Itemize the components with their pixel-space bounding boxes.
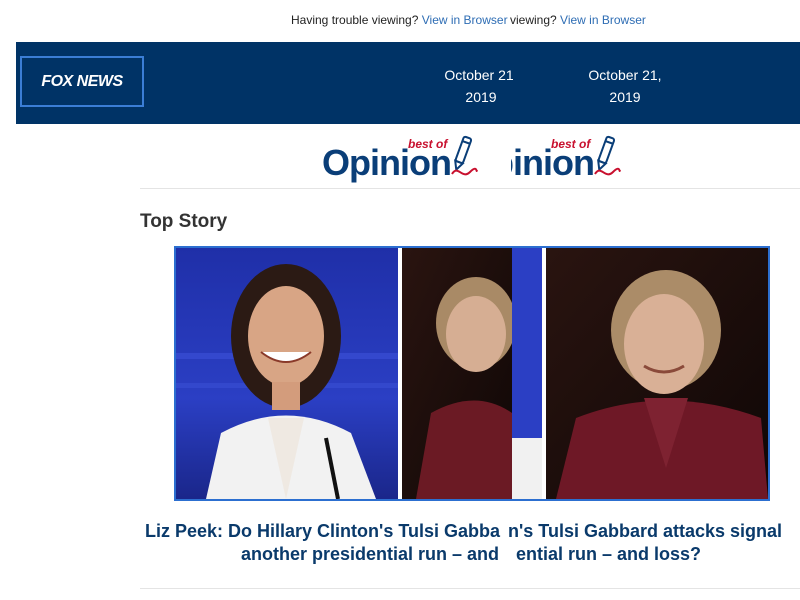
date-line-2: 2019 xyxy=(465,89,497,104)
trouble-viewing-text: Having trouble viewing? xyxy=(291,13,419,27)
section-title: Top Story xyxy=(140,211,228,232)
pen-icon xyxy=(594,135,621,176)
header-date-duplicate: October 21, 2019 xyxy=(589,64,661,104)
date-line-1: October 21, xyxy=(589,67,661,83)
view-in-browser-link-duplicate[interactable]: View in Browser xyxy=(560,13,646,27)
story-image[interactable] xyxy=(174,246,770,501)
story-headline[interactable]: Liz Peek: Do Hillary Clinton's Tulsi Gab… xyxy=(140,520,800,570)
trouble-viewing-text-duplicate: viewing? xyxy=(510,13,557,27)
view-in-browser-link[interactable]: View in Browser xyxy=(422,13,508,27)
headline-left-part: Liz Peek: Do Hillary Clinton's Tulsi Gab… xyxy=(140,520,515,570)
fox-news-logo[interactable]: FOX NEWS xyxy=(20,56,144,107)
best-of-opinion-banner: Opinion best of xyxy=(322,132,478,186)
headline-right-line-1: n's Tulsi Gabbard attacks signal xyxy=(508,521,783,541)
best-of-label: best of xyxy=(408,137,448,151)
story-photo xyxy=(176,248,768,499)
fox-news-logo-text: FOX NEWS xyxy=(41,72,123,90)
header-date: October 21, 2019 xyxy=(445,64,513,104)
preheader-text: Having trouble viewing? View in Browser xyxy=(291,13,508,27)
preheader: Having trouble viewing? View in Browser … xyxy=(0,13,800,29)
preheader-text-duplicate: viewing? View in Browser xyxy=(510,13,646,27)
divider xyxy=(140,188,800,189)
date-line-2: 2019 xyxy=(609,89,641,104)
header-bar: FOX NEWS October 21, 2019 October 21, 20… xyxy=(16,42,800,124)
headline-left-line-2: another presidential run – and xyxy=(241,544,500,564)
date-line-1: October 21, xyxy=(445,67,513,83)
headline-right-part: n's Tulsi Gabbard attacks signal ential … xyxy=(508,520,800,570)
pen-icon xyxy=(451,135,478,176)
best-of-opinion-banner-duplicate: Opinion best of xyxy=(511,132,623,186)
headline-right-line-2: ential run – and loss? xyxy=(516,544,702,564)
headline-left-line-1: Liz Peek: Do Hillary Clinton's Tulsi Gab… xyxy=(145,521,501,541)
best-of-label: best of xyxy=(551,137,591,151)
divider xyxy=(140,588,800,589)
